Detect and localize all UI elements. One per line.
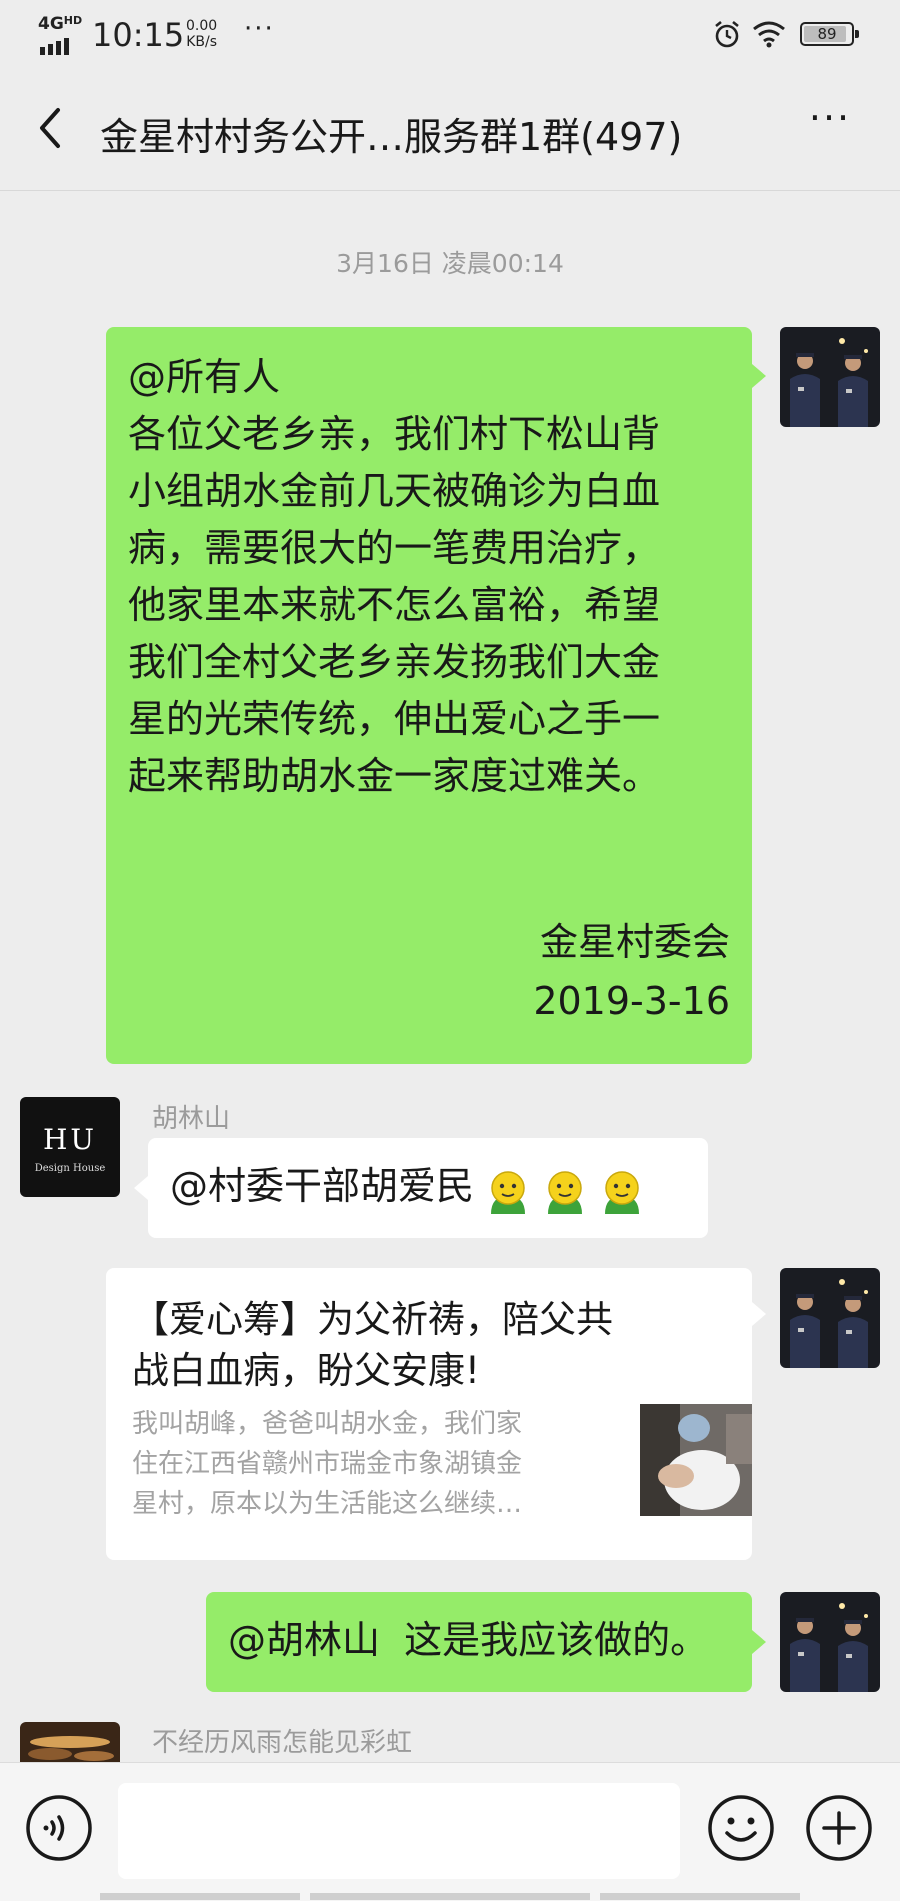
status-more-icon: ··· [244, 14, 275, 44]
chat-header: 金星村村务公开…服务群1群(497) ··· [0, 72, 900, 191]
avatar-logo-text: HU [42, 1123, 97, 1156]
link-description-line: 星村，原本以为生活能这么继续… [132, 1489, 523, 1519]
message-bubble-reply[interactable]: @胡林山 这是我应该做的。 [206, 1592, 752, 1692]
avatar-self[interactable] [780, 327, 880, 427]
message-line: @所有人 [128, 355, 281, 399]
emoji-button[interactable] [706, 1793, 776, 1863]
bubble-tail [752, 364, 766, 388]
message-text: @村委干部胡爱民 [170, 1164, 475, 1208]
bubble-tail [752, 1630, 766, 1654]
message-timestamp: 3月16日 凌晨00:14 [336, 249, 564, 278]
message-bubble-mention[interactable]: @村委干部胡爱民 [148, 1138, 708, 1238]
network-speed: 0.00 KB/s [186, 18, 218, 50]
link-thumbnail [640, 1404, 752, 1516]
link-card[interactable]: 【爱心筹】为父祈祷，陪父共 战白血病，盼父安康! 我叫胡峰，爸爸叫胡水金，我们家… [106, 1268, 752, 1560]
message-line: 病，需要很大的一笔费用治疗， [128, 526, 661, 570]
avatar-logo-subtext: Design House [34, 1163, 106, 1174]
avatar-sender[interactable]: HU Design House [20, 1097, 120, 1197]
link-description-line: 我叫胡峰，爸爸叫胡水金，我们家 [132, 1409, 523, 1439]
status-time: 10:15 [92, 16, 185, 54]
emoji-icon [485, 1166, 531, 1224]
network-indicator: 4GHD [38, 14, 83, 34]
message-signature: 金星村委会 [539, 920, 730, 964]
message-line: 各位父老乡亲，我们村下松山背 [128, 412, 661, 456]
chat-title: 金星村村务公开…服务群1群(497) [100, 115, 683, 159]
status-bar: 4GHD 10:15 0.00 KB/s ··· 89 [0, 0, 900, 72]
keyboard-hint-bar [100, 1893, 300, 1900]
avatar-self[interactable] [780, 1592, 880, 1692]
plus-icon [806, 1795, 872, 1861]
wifi-icon [752, 20, 786, 52]
avatar-self[interactable] [780, 1268, 880, 1368]
input-bar [0, 1762, 900, 1901]
more-options-button[interactable]: ··· [798, 98, 862, 158]
emoji-icon [599, 1166, 645, 1224]
link-title-line: 战白血病，盼父安康! [132, 1349, 480, 1392]
message-date: 2019-3-16 [533, 979, 730, 1023]
link-title-line: 【爱心筹】为父祈祷，陪父共 [132, 1298, 613, 1341]
emoji-icon [542, 1166, 588, 1224]
voice-button[interactable] [24, 1793, 94, 1863]
message-line: 星的光荣传统，伸出爱心之手一 [128, 697, 661, 741]
voice-icon [26, 1795, 92, 1861]
message-line: 我们全村父老乡亲发扬我们大金 [128, 640, 661, 684]
back-arrow-icon [40, 108, 60, 148]
keyboard-hint-bar [600, 1893, 800, 1900]
sender-name: 不经历风雨怎能见彩虹 [152, 1728, 413, 1758]
bubble-tail [134, 1176, 148, 1200]
message-bubble-announcement[interactable]: @所有人 各位父老乡亲，我们村下松山背 小组胡水金前几天被确诊为白血 病，需要很… [106, 327, 752, 1064]
announcement-text: @所有人 各位父老乡亲，我们村下松山背 小组胡水金前几天被确诊为白血 病，需要很… [128, 349, 730, 805]
emoji-icon [708, 1795, 774, 1861]
bubble-tail [752, 1302, 766, 1326]
battery-icon: 89 [800, 22, 859, 46]
message-text: @胡林山 这是我应该做的。 [228, 1618, 709, 1662]
alarm-icon [712, 20, 742, 54]
sender-name: 胡林山 [152, 1104, 231, 1134]
link-description-line: 住在江西省赣州市瑞金市象湖镇金 [132, 1449, 523, 1479]
keyboard-hint-bar [310, 1893, 590, 1900]
message-line: 小组胡水金前几天被确诊为白血 [128, 469, 661, 513]
back-button[interactable] [28, 98, 88, 158]
message-line: 他家里本来就不怎么富裕，希望 [128, 583, 661, 627]
more-functions-button[interactable] [804, 1793, 874, 1863]
avatar-sender[interactable] [20, 1722, 120, 1762]
signal-icon [40, 36, 72, 55]
message-line: 起来帮助胡水金一家度过难关。 [128, 754, 661, 798]
message-input[interactable] [118, 1783, 680, 1879]
